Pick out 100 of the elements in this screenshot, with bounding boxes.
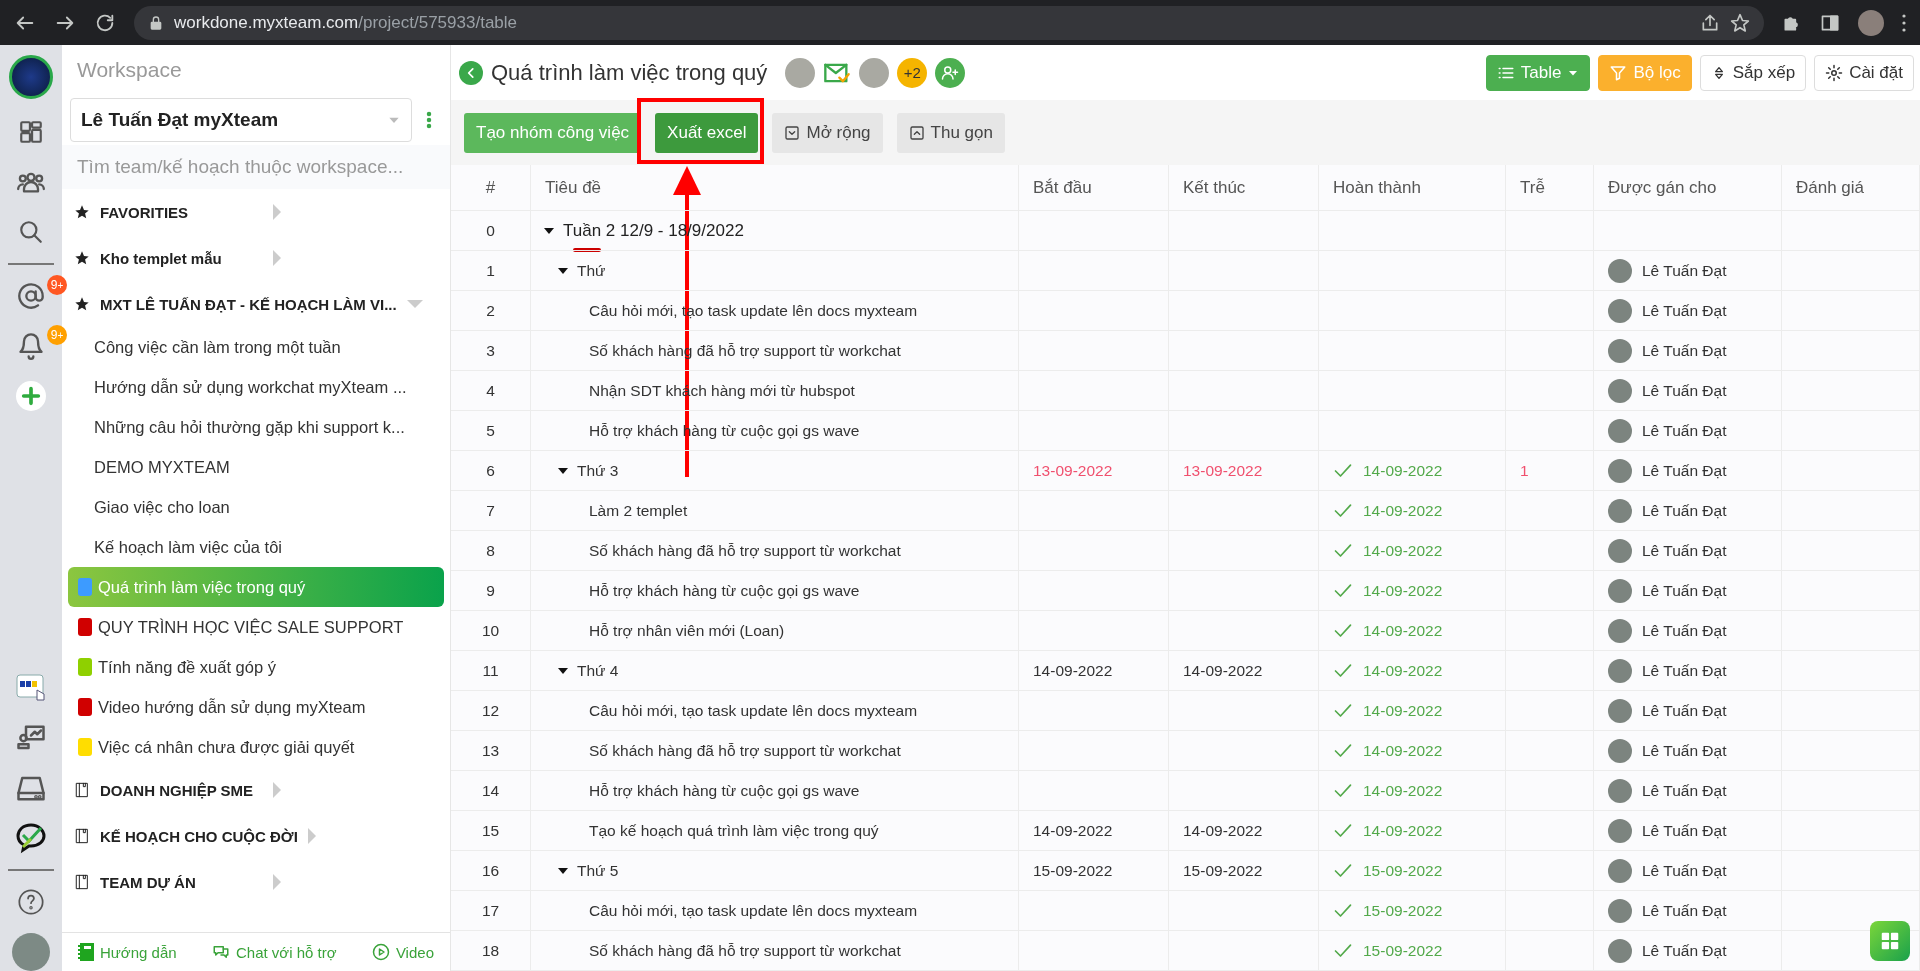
assignee-name: Lê Tuấn Đạt: [1642, 701, 1727, 720]
column-header[interactable]: Bắt đầu: [1019, 165, 1169, 211]
column-header[interactable]: Hoàn thành: [1319, 165, 1506, 211]
start-date: 14-09-2022: [1033, 821, 1113, 840]
sidebar-item[interactable]: Giao việc cho loan: [68, 487, 444, 527]
settings-button[interactable]: Cài đặt: [1814, 54, 1914, 91]
task-title[interactable]: Số khách hàng đã hỗ trợ support từ workchat: [589, 741, 901, 760]
address-bar[interactable]: workdone.myxteam.com/project/575933/table: [134, 5, 1764, 40]
table-cell: 6: [451, 451, 531, 491]
task-title[interactable]: Thứ 3: [577, 461, 619, 480]
sidebar-item[interactable]: Việc cá nhân chưa được giải quyết: [68, 727, 444, 767]
apps-button[interactable]: [1870, 921, 1910, 961]
grid-icon: [1879, 930, 1901, 952]
add-member-button[interactable]: [935, 57, 966, 88]
chat-bubbles-icon: [211, 943, 230, 961]
sidebar-section[interactable]: DOANH NGHIỆP SME: [62, 767, 450, 813]
sidebar-item[interactable]: Hướng dẫn sử dụng workchat myXteam ...: [68, 367, 444, 407]
task-title[interactable]: Số khách hàng đã hỗ trợ support từ workchat: [589, 541, 901, 560]
task-title[interactable]: Hỗ trợ khách hàng từ cuộc gọi gs wave: [589, 781, 860, 800]
caret-down-icon: [406, 300, 423, 308]
task-title[interactable]: Thứ: [577, 261, 606, 280]
url-text: workdone.myxteam.com/project/575933/table: [174, 12, 518, 33]
underline-mark: [573, 248, 601, 252]
sidebar-item[interactable]: Video hướng dẫn sử dụng myXteam: [68, 687, 444, 727]
assignee-avatar: [1608, 258, 1632, 283]
done-date: 14-09-2022: [1363, 821, 1443, 840]
task-title[interactable]: Câu hỏi mới, tạo task update lên docs myxteam: [589, 901, 918, 920]
sidebar-item[interactable]: Kế hoạch làm việc của tôi: [68, 527, 444, 567]
assignee-avatar: [1608, 538, 1632, 563]
assignee-name: Lê Tuấn Đạt: [1642, 461, 1727, 480]
task-title[interactable]: Thứ 4: [577, 661, 619, 680]
sidebar-item[interactable]: Công việc cần làm trong một tuần: [68, 327, 444, 367]
sidebar-item[interactable]: Tính năng đề xuất góp ý: [68, 647, 444, 687]
column-header[interactable]: Trễ: [1506, 165, 1594, 211]
user-avatar[interactable]: [12, 933, 50, 971]
workspace-logo[interactable]: [9, 55, 53, 99]
sidebar-item[interactable]: DEMO MYXTEAM: [68, 447, 444, 487]
assignee-name: Lê Tuấn Đạt: [1642, 261, 1727, 280]
start-date: 13-09-2022: [1033, 461, 1113, 480]
task-title[interactable]: Hỗ trợ khách hàng từ cuộc gọi gs wave: [589, 581, 860, 600]
notebook-icon: [74, 874, 90, 890]
start-date: 14-09-2022: [1033, 661, 1113, 680]
assignee-name: Lê Tuấn Đạt: [1642, 661, 1727, 680]
toolbar-button[interactable]: Thu gọn: [896, 112, 1005, 153]
add-button[interactable]: [16, 381, 46, 411]
search-field[interactable]: Tìm team/kế hoạch thuộc workspace...: [62, 145, 450, 189]
assignee-avatar: [1608, 818, 1632, 843]
help-icon: [17, 888, 45, 916]
assignee-avatar: [1608, 578, 1632, 603]
star-icon: [74, 250, 90, 266]
sidebar-item[interactable]: QUY TRÌNH HỌC VIỆC SALE SUPPORT: [68, 607, 444, 647]
task-title[interactable]: Hỗ trợ nhân viên mới (Loan): [589, 621, 785, 640]
toolbar-button[interactable]: Mở rộng: [772, 112, 883, 153]
task-title[interactable]: Làm 2 templet: [589, 501, 688, 520]
sidebar-section[interactable]: KẾ HOẠCH CHO CUỘC ĐỜI: [62, 813, 450, 859]
sidebar-section[interactable]: FAVORITIES: [62, 189, 450, 235]
assignee-name: Lê Tuấn Đạt: [1642, 781, 1727, 800]
kebab-icon[interactable]: [1902, 13, 1906, 32]
table-cell: 17: [451, 891, 531, 931]
notebook-icon: [78, 943, 94, 961]
assignee-name: Lê Tuấn Đạt: [1642, 581, 1727, 600]
assignee-name: Lê Tuấn Đạt: [1642, 341, 1727, 360]
assignee-avatar: [1608, 498, 1632, 523]
end-date: 15-09-2022: [1183, 861, 1263, 880]
task-title[interactable]: Câu hỏi mới, tạo task update lên docs myxteam: [589, 701, 918, 720]
assignee-name: Lê Tuấn Đạt: [1642, 381, 1727, 400]
back-button[interactable]: [459, 60, 483, 85]
caret-right-icon: [273, 874, 281, 890]
column-header[interactable]: #: [451, 165, 531, 211]
task-title[interactable]: Số khách hàng đã hỗ trợ support từ workchat: [589, 941, 901, 960]
assignee-name: Lê Tuấn Đạt: [1642, 741, 1727, 760]
sort-button[interactable]: Sắp xếp: [1699, 54, 1807, 91]
toolbar-button[interactable]: Xuất excel: [655, 112, 759, 153]
assignee-avatar: [1608, 618, 1632, 643]
caret-right-icon: [273, 204, 281, 220]
table-cell: 2: [451, 291, 531, 331]
done-date: 14-09-2022: [1363, 661, 1443, 680]
profile-avatar[interactable]: [1858, 9, 1884, 36]
member-count-badge[interactable]: +2: [897, 57, 928, 88]
share-icon: [1700, 12, 1720, 33]
assignee-avatar: [1608, 338, 1632, 363]
task-title[interactable]: Thứ 5: [577, 861, 619, 880]
done-date: 15-09-2022: [1363, 941, 1443, 960]
column-header[interactable]: Được gán cho: [1594, 165, 1782, 211]
assignee-name: Lê Tuấn Đạt: [1642, 941, 1727, 960]
lock-icon: [148, 14, 164, 31]
task-title[interactable]: Tạo kế hoạch quá trình làm việc trong quý: [589, 821, 879, 840]
end-date: 13-09-2022: [1183, 461, 1263, 480]
assignee-avatar: [1608, 458, 1632, 483]
column-header[interactable]: Đánh giá: [1782, 165, 1920, 211]
workspace-dropdown[interactable]: Lê Tuấn Đạt myXteam: [70, 98, 412, 142]
sidebar-item[interactable]: Những câu hỏi thường gặp khi support k...: [68, 407, 444, 447]
column-header[interactable]: Kết thúc: [1169, 165, 1319, 211]
assignee-avatar: [1608, 658, 1632, 683]
project-title: Quá trình làm việc trong quý: [491, 59, 768, 86]
sidebar-section[interactable]: TEAM DỰ ÁN: [62, 859, 450, 905]
play-circle-icon: [371, 943, 390, 961]
table-cell: 3: [451, 331, 531, 371]
table-cell: 14: [451, 771, 531, 811]
column-header[interactable]: Tiêu đề: [531, 165, 1019, 211]
